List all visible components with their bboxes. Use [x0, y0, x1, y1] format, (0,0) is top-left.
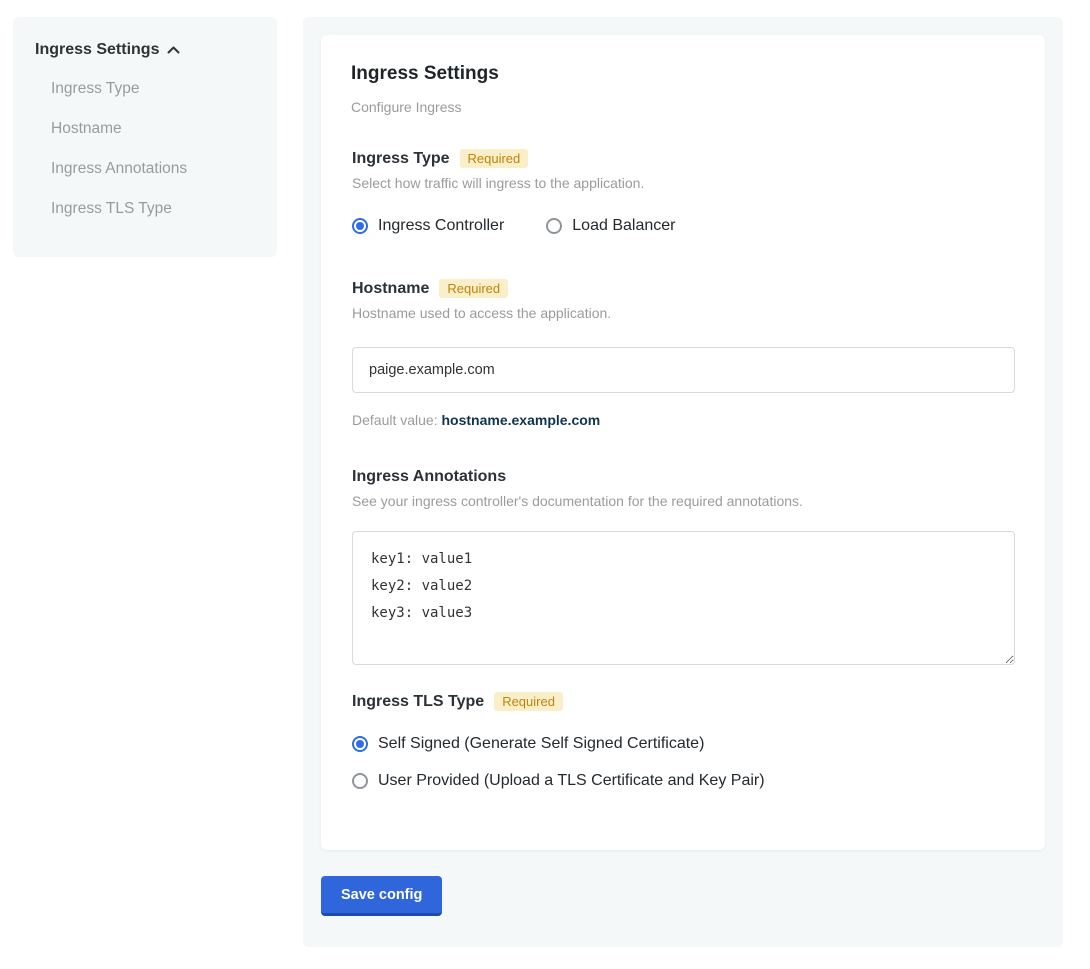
radio-user-provided[interactable]: User Provided (Upload a TLS Certificate … — [352, 772, 1015, 790]
ingress-type-title: Ingress Type — [352, 150, 450, 168]
chevron-up-icon — [167, 46, 180, 54]
required-badge: Required — [439, 279, 508, 298]
radio-load-balancer[interactable]: Load Balancer — [546, 217, 675, 235]
section-hostname: Hostname Required Hostname used to acces… — [351, 279, 1015, 428]
hostname-title: Hostname — [352, 280, 429, 298]
radio-unselected-icon — [352, 773, 368, 789]
annotations-title: Ingress Annotations — [352, 468, 506, 486]
default-value-label: Default value: — [352, 412, 438, 428]
annotations-help: See your ingress controller's documentat… — [352, 493, 1015, 509]
required-badge: Required — [494, 692, 563, 711]
sidebar-item-ingress-annotations[interactable]: Ingress Annotations — [51, 149, 257, 189]
sidebar-group-ingress-settings[interactable]: Ingress Settings — [35, 41, 257, 59]
radio-unselected-icon — [546, 218, 562, 234]
config-main-panel: Ingress Settings Configure Ingress Ingre… — [303, 17, 1063, 947]
page-title: Ingress Settings — [351, 63, 1015, 85]
section-ingress-tls-type: Ingress TLS Type Required Self Signed (G… — [351, 692, 1015, 790]
radio-ingress-controller[interactable]: Ingress Controller — [352, 217, 504, 235]
hostname-default-line: Default value: hostname.example.com — [352, 412, 1015, 428]
annotations-textarea[interactable]: key1: value1 key2: value2 key3: value3 — [352, 531, 1015, 665]
radio-label: Load Balancer — [572, 217, 675, 235]
hostname-help: Hostname used to access the application. — [352, 305, 1015, 321]
radio-label: Ingress Controller — [378, 217, 504, 235]
section-ingress-annotations: Ingress Annotations See your ingress con… — [351, 468, 1015, 670]
sidebar-item-ingress-tls-type[interactable]: Ingress TLS Type — [51, 189, 257, 229]
sidebar-item-list: Ingress Type Hostname Ingress Annotation… — [35, 69, 257, 229]
ingress-type-radio-group: Ingress Controller Load Balancer — [352, 217, 1015, 235]
radio-selected-icon — [352, 736, 368, 752]
radio-label: User Provided (Upload a TLS Certificate … — [378, 772, 765, 790]
tls-type-radio-group: Self Signed (Generate Self Signed Certif… — [352, 735, 1015, 790]
default-value-text: hostname.example.com — [442, 412, 601, 428]
page-subtitle: Configure Ingress — [351, 99, 1015, 115]
sidebar-item-hostname[interactable]: Hostname — [51, 109, 257, 149]
hostname-input[interactable] — [352, 347, 1015, 393]
sidebar-group-label: Ingress Settings — [35, 41, 159, 59]
tls-type-title: Ingress TLS Type — [352, 693, 484, 711]
radio-label: Self Signed (Generate Self Signed Certif… — [378, 735, 704, 753]
save-config-button[interactable]: Save config — [321, 876, 442, 916]
sidebar-item-ingress-type[interactable]: Ingress Type — [51, 69, 257, 109]
ingress-type-help: Select how traffic will ingress to the a… — [352, 175, 1015, 191]
settings-sidebar: Ingress Settings Ingress Type Hostname I… — [13, 17, 277, 257]
ingress-settings-card: Ingress Settings Configure Ingress Ingre… — [321, 35, 1045, 850]
section-ingress-type: Ingress Type Required Select how traffic… — [351, 149, 1015, 235]
required-badge: Required — [460, 149, 529, 168]
radio-selected-icon — [352, 218, 368, 234]
radio-self-signed[interactable]: Self Signed (Generate Self Signed Certif… — [352, 735, 1015, 753]
